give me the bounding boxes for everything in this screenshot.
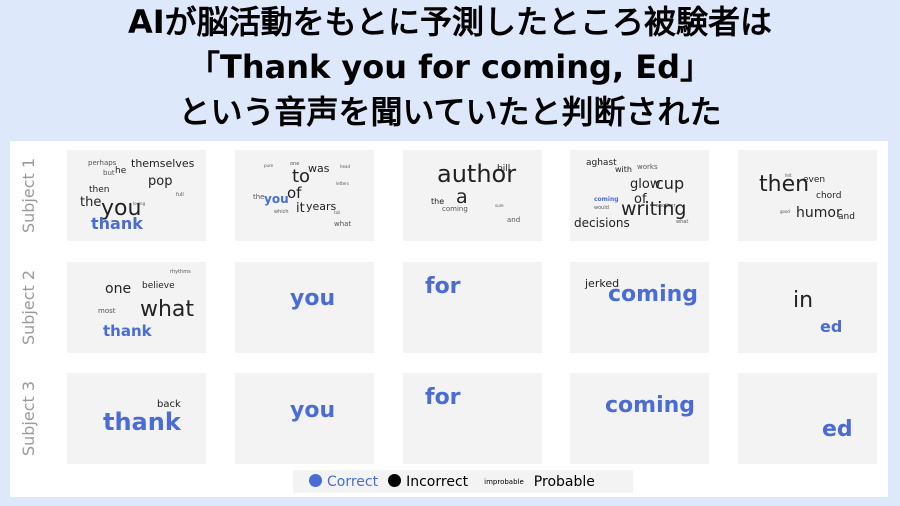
predicted-word-incorrect: the — [253, 193, 265, 201]
predicted-word-incorrect: writing — [621, 198, 687, 220]
predicted-word-correct: ed — [820, 317, 843, 336]
predicted-word-incorrect: but — [103, 169, 115, 177]
word-cloud-subject-1-word-3: author bill a the coming sure and — [403, 150, 542, 241]
predicted-word-incorrect: themselves — [131, 157, 195, 170]
headline-line-2: 「Thank you for coming, Ed」 — [187, 48, 713, 86]
predicted-word-correct: for — [425, 385, 461, 410]
predicted-word-incorrect: cup — [655, 174, 685, 193]
predicted-word-incorrect: felt — [785, 173, 792, 178]
predicted-word-incorrect: bill — [497, 164, 511, 174]
predicted-word-incorrect: even — [803, 175, 826, 185]
predicted-word-incorrect: head — [340, 164, 350, 169]
row-label-text: Subject 1 — [19, 157, 39, 234]
predicted-word-correct: coming — [608, 282, 699, 307]
predicted-word-correct: coming — [594, 196, 619, 203]
blue-dot-icon — [309, 473, 322, 487]
predicted-word-incorrect: with — [615, 165, 632, 174]
predicted-word-incorrect: was — [308, 162, 330, 175]
predicted-word-incorrect: and — [838, 212, 855, 222]
predicted-word-incorrect: good — [780, 209, 790, 214]
predicted-word-incorrect: believe — [142, 281, 175, 291]
predicted-word-incorrect: one — [105, 281, 132, 297]
predicted-word-incorrect: he — [115, 166, 127, 176]
headline-line-3: という音声を聞いていたと判断された — [178, 93, 722, 131]
word-cloud-subject-2-word-1: rhythms one believe most what thank — [67, 262, 206, 353]
predicted-word-incorrect: humor — [796, 205, 842, 221]
predicted-word-incorrect: full — [176, 192, 184, 198]
predicted-word-incorrect: most — [98, 307, 116, 315]
predicted-word-incorrect: tail — [334, 210, 341, 215]
word-cloud-subject-3-word-3: for — [403, 373, 542, 464]
predicted-word-incorrect: pop — [148, 174, 173, 189]
predicted-word-incorrect: letters — [336, 181, 349, 186]
predicted-word-incorrect: would — [594, 205, 609, 211]
predicted-word-incorrect: what — [334, 220, 352, 228]
legend-incorrect: Incorrect — [388, 473, 469, 490]
predicted-word-incorrect: the — [80, 195, 102, 210]
predicted-word-incorrect: of — [287, 184, 302, 202]
legend-correct: Correct — [309, 473, 379, 490]
predicted-word-incorrect: years — [306, 200, 337, 213]
row-label-subject-1: Subject 1 — [14, 150, 44, 241]
word-cloud-subject-2-word-3: for — [403, 262, 542, 353]
legend-incorrect-label: Incorrect — [406, 473, 469, 490]
headline-line-1: AIが脳活動をもとに予測したところ被験者は — [127, 3, 773, 41]
predicted-word-incorrect: what — [676, 219, 689, 225]
word-cloud-subject-2-word-4: jerked coming — [570, 262, 709, 353]
predicted-word-incorrect: works — [637, 163, 658, 171]
legend-improbable: improbable — [484, 477, 524, 486]
predicted-word-incorrect: which — [274, 209, 289, 215]
predicted-word-incorrect: perhaps — [88, 159, 117, 167]
predicted-word-correct: ed — [822, 417, 853, 442]
black-dot-icon — [388, 473, 402, 487]
predicted-word-incorrect: in — [793, 288, 814, 313]
row-label-subject-3: Subject 3 — [14, 373, 44, 464]
predicted-word-incorrect: pure — [264, 163, 274, 168]
predicted-word-incorrect: then — [89, 185, 110, 195]
predicted-word-correct: you — [290, 398, 336, 423]
row-label-subject-2: Subject 2 — [14, 262, 44, 353]
predicted-word-correct: thank — [91, 214, 143, 233]
word-cloud-subject-1-word-5: then felt even chord good humor and — [738, 150, 877, 241]
predicted-word-correct: coming — [605, 393, 696, 418]
predicted-word-incorrect: aghast — [586, 158, 617, 168]
predicted-word-incorrect: it — [296, 201, 305, 216]
row-label-text: Subject 2 — [19, 269, 39, 346]
word-cloud-subject-3-word-5: ed — [738, 373, 877, 464]
predicted-word-correct: thank — [103, 408, 181, 436]
predicted-word-incorrect: decisions — [574, 216, 630, 230]
word-cloud-subject-1-word-2: pure one was head to letters the you of years it wh… — [235, 150, 374, 241]
word-cloud-subject-3-word-1: back thank — [67, 373, 206, 464]
predicted-word-correct: you — [290, 286, 336, 311]
predicted-word-incorrect: sure — [495, 203, 504, 208]
word-cloud-subject-2-word-2: you — [235, 262, 374, 353]
predicted-word-correct: thank — [103, 322, 152, 340]
legend-correct-label: Correct — [327, 473, 379, 490]
predicted-word-incorrect: and — [507, 216, 521, 224]
word-cloud-subject-3-word-4: coming — [570, 373, 709, 464]
word-cloud-subject-2-word-5: in ed — [738, 262, 877, 353]
word-cloud-subject-3-word-2: you — [235, 373, 374, 464]
predicted-word-incorrect: what — [140, 297, 195, 322]
predicted-word-correct: you — [264, 192, 289, 206]
legend: Correct Incorrect improbable Probable — [293, 470, 633, 493]
legend-probable: Probable — [533, 473, 595, 490]
predicted-word-correct: for — [425, 274, 461, 299]
word-cloud-subject-1-word-4: aghast with works glow cup of another coming wou… — [570, 150, 709, 241]
predicted-word-incorrect: coming — [442, 205, 468, 213]
row-label-text: Subject 3 — [19, 380, 39, 457]
word-cloud-subject-1-word-1: perhaps but he themselves pop then full the lovi… — [67, 150, 206, 241]
predicted-word-incorrect: chord — [816, 191, 842, 201]
predicted-word-incorrect: rhythms — [170, 269, 191, 275]
